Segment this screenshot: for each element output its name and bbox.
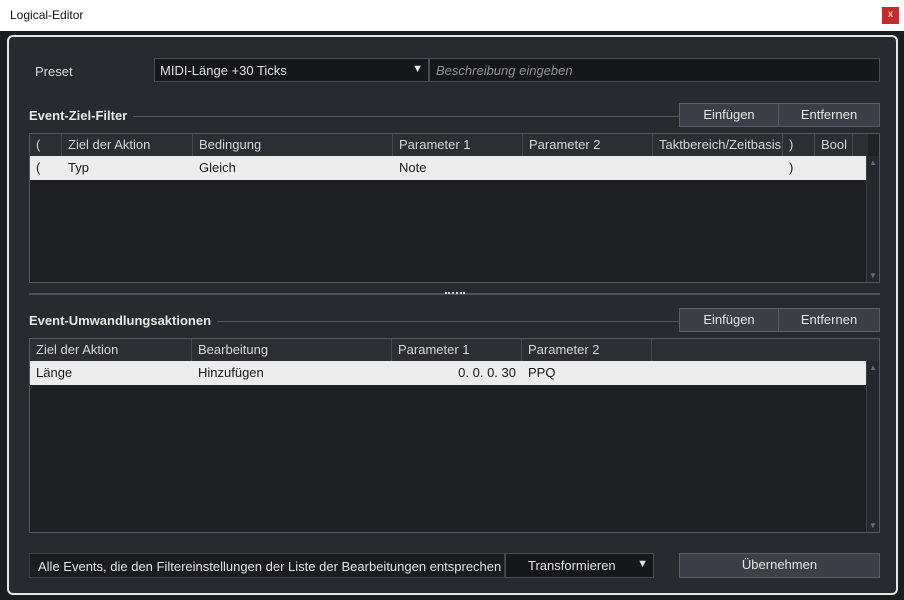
title-bar: Logical-Editor x — [0, 0, 904, 31]
cell-range — [653, 156, 783, 180]
window-title: Logical-Editor — [10, 8, 84, 22]
splitter-grip-icon[interactable] — [445, 292, 465, 296]
column-header-spacer — [652, 339, 879, 361]
scroll-down-icon[interactable]: ▼ — [869, 271, 877, 280]
filter-scrollbar[interactable]: ▲ ▼ — [866, 156, 879, 282]
column-header[interactable]: Bedingung — [193, 134, 393, 156]
cell-param2 — [523, 156, 653, 180]
filter-title-rule — [133, 116, 679, 117]
filter-table-header: ( Ziel der Aktion Bedingung Parameter 1 … — [30, 134, 868, 156]
column-header-spacer — [853, 134, 868, 156]
cell-target: Typ — [68, 160, 89, 175]
cell-condition: Gleich — [199, 160, 236, 175]
filter-remove-button[interactable]: Entfernen — [778, 103, 880, 127]
cell-close-bracket: ) — [789, 160, 794, 175]
cell-param1: 0. 0. 0. 30 — [458, 365, 516, 380]
apply-button[interactable]: Übernehmen — [679, 553, 880, 578]
actions-remove-button[interactable]: Entfernen — [778, 308, 880, 332]
function-value: Transformieren — [528, 558, 616, 573]
cell-param2: PPQ — [528, 365, 556, 380]
scroll-down-icon[interactable]: ▼ — [869, 521, 877, 530]
column-header[interactable]: Parameter 2 — [522, 339, 652, 361]
editor-panel: Preset MIDI-Länge +30 Ticks ▼ Beschreibu… — [7, 35, 898, 595]
actions-insert-button[interactable]: Einfügen — [679, 308, 779, 332]
logical-editor-window: Preset MIDI-Länge +30 Ticks ▼ Beschreibu… — [0, 31, 904, 600]
filter-insert-button[interactable]: Einfügen — [679, 103, 779, 127]
column-header[interactable]: Parameter 1 — [392, 339, 522, 361]
column-header[interactable]: Parameter 2 — [523, 134, 653, 156]
column-header[interactable]: Bearbeitung — [192, 339, 392, 361]
function-info-text: Alle Events, die den Filtereinstellungen… — [29, 553, 505, 578]
chevron-down-icon: ▼ — [637, 558, 648, 570]
cell-bool — [815, 156, 846, 180]
scroll-up-icon[interactable]: ▲ — [869, 158, 877, 167]
actions-section-title: Event-Umwandlungsaktionen — [29, 313, 212, 328]
scroll-up-icon[interactable]: ▲ — [869, 363, 877, 372]
filter-table: ( Ziel der Aktion Bedingung Parameter 1 … — [29, 133, 880, 283]
column-header[interactable]: Bool — [815, 134, 853, 156]
description-input[interactable]: Beschreibung eingeben — [429, 58, 880, 82]
close-button[interactable]: x — [882, 7, 899, 24]
column-header[interactable]: ) — [783, 134, 815, 156]
preset-label: Preset — [35, 64, 73, 79]
table-row[interactable]: Länge Hinzufügen 0. 0. 0. 30 PPQ — [30, 361, 866, 385]
function-select[interactable]: Transformieren ▼ — [505, 553, 654, 578]
actions-title-rule — [217, 321, 679, 322]
filter-section-title: Event-Ziel-Filter — [29, 108, 128, 123]
preset-select[interactable]: MIDI-Länge +30 Ticks ▼ — [154, 58, 429, 82]
cell-open-bracket: ( — [36, 160, 41, 175]
column-header[interactable]: Parameter 1 — [393, 134, 523, 156]
actions-scrollbar[interactable]: ▲ ▼ — [866, 361, 879, 532]
chevron-down-icon: ▼ — [412, 63, 423, 75]
column-header[interactable]: Taktbereich/Zeitbasis — [653, 134, 783, 156]
column-header[interactable]: ( — [30, 134, 62, 156]
actions-table-header: Ziel der Aktion Bearbeitung Parameter 1 … — [30, 339, 879, 361]
preset-value: MIDI-Länge +30 Ticks — [160, 63, 287, 78]
cell-param1: Note — [399, 160, 427, 175]
table-row[interactable]: ( Typ Gleich Note ) — [30, 156, 866, 180]
column-header[interactable]: Ziel der Aktion — [62, 134, 193, 156]
cell-target: Länge — [36, 365, 73, 380]
actions-table: Ziel der Aktion Bearbeitung Parameter 1 … — [29, 338, 880, 533]
cell-operation: Hinzufügen — [198, 365, 264, 380]
column-header[interactable]: Ziel der Aktion — [30, 339, 192, 361]
